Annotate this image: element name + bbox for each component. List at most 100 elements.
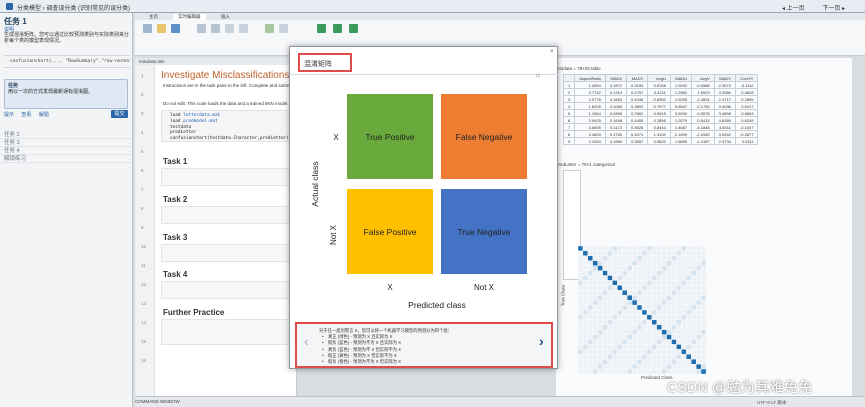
- table-cell: 2: [562, 88, 576, 96]
- heatmap-cell: [671, 270, 677, 276]
- heatmap-cell: [700, 304, 707, 311]
- heatmap-cell: [607, 246, 613, 252]
- chevron-right-icon[interactable]: ›: [539, 334, 544, 348]
- code-block[interactable]: load letterdata.mat load predmodel.mat t…: [161, 110, 295, 142]
- heatmap-cell: [602, 285, 608, 291]
- close-icon[interactable]: ×: [550, 49, 554, 55]
- hint-link[interactable]: 提示: [4, 112, 14, 118]
- page-nav: ◂ 上一页 下一页 ▸: [766, 3, 845, 12]
- format-icon[interactable]: [225, 24, 234, 33]
- heatmap-cell: [612, 260, 618, 266]
- task-code-area[interactable]: [161, 319, 295, 345]
- heatmap-cell: [612, 349, 618, 355]
- heatmap-cell: [636, 270, 643, 276]
- task-list-item[interactable]: 任务 4: [0, 147, 132, 155]
- heatmap-cell: [661, 304, 667, 311]
- file-tab[interactable]: misclass.mlx: [135, 58, 297, 65]
- confusion-matrix-diagram: True Positive False Negative False Posit…: [310, 94, 527, 310]
- insert-icon[interactable]: [279, 24, 288, 33]
- prev-page-button[interactable]: ◂ 上一页: [782, 6, 805, 12]
- heatmap-cell: [587, 295, 593, 301]
- code-icon[interactable]: [211, 24, 220, 33]
- heatmap-cell: [582, 290, 588, 296]
- heatmap-cell: [578, 290, 584, 296]
- heatmap-cell: [641, 349, 648, 355]
- column-header: MADV: [713, 74, 736, 82]
- heatmap-cell: [700, 349, 707, 355]
- heatmap-cell: [656, 324, 662, 330]
- heatmap-cell: [597, 324, 603, 330]
- heatmap-cell: [622, 250, 628, 256]
- heatmap-cell: [602, 260, 608, 266]
- heatmap-cell: [607, 329, 613, 335]
- heatmap-cell: [691, 246, 697, 252]
- heatmap-cell: [661, 260, 667, 266]
- task-heading: Task 3: [163, 233, 188, 242]
- heatmap-cell: [666, 280, 672, 286]
- table-cell: 1.6205: [574, 102, 606, 110]
- heatmap-cell: [651, 280, 657, 286]
- heatmap-cell: [671, 329, 677, 335]
- heatmap-cell: [582, 304, 588, 311]
- align-icon[interactable]: [239, 24, 248, 33]
- heatmap-cell: [691, 354, 697, 360]
- heatmap-cell: [597, 255, 603, 261]
- heatmap-cell: [661, 285, 667, 291]
- heatmap-cell: [582, 319, 588, 325]
- heatmap-cell: [661, 339, 667, 345]
- heatmap-cell: [617, 275, 623, 281]
- submit-button[interactable]: 提交: [111, 110, 128, 118]
- next-page-button[interactable]: 下一页 ▸: [822, 6, 845, 12]
- new-icon[interactable]: [143, 24, 152, 33]
- heatmap-cell: [597, 319, 603, 325]
- save-icon[interactable]: [171, 24, 180, 33]
- heatmap-cell: [700, 329, 707, 335]
- task-list-item[interactable]: 解锁练习: [0, 155, 132, 163]
- heatmap-cell: [681, 344, 687, 350]
- see-solution-link[interactable]: 查看: [21, 112, 31, 118]
- heatmap-cell: [632, 359, 638, 365]
- heatmap-cell: [661, 334, 667, 340]
- table-cell: -2.1752: [691, 102, 715, 110]
- heatmap-cell: [651, 275, 657, 281]
- task-code-area[interactable]: [161, 244, 295, 262]
- chevron-left-icon[interactable]: ‹: [304, 334, 309, 348]
- step-icon[interactable]: [349, 24, 358, 33]
- task-code-area[interactable]: [161, 168, 295, 186]
- heatmap-cell: [641, 280, 648, 286]
- line-number: 10: [141, 244, 147, 249]
- heatmap-cell: [627, 304, 633, 311]
- heatmap-cell: [691, 265, 697, 271]
- run-section-icon[interactable]: [333, 24, 342, 33]
- heatmap-cell: [632, 280, 638, 286]
- table-cell: -0.1007: [734, 123, 759, 131]
- reset-link[interactable]: 解题: [39, 112, 49, 118]
- task-code-area[interactable]: [161, 281, 295, 299]
- open-icon[interactable]: [157, 24, 166, 33]
- heatmap-cell: [700, 354, 707, 360]
- heatmap-cell: [612, 334, 618, 340]
- info-carousel: ‹ 对于任一类别而言 X，您可以将一个机器学习模型的预测分为四个组： 真正 (绿…: [295, 322, 553, 368]
- heatmap-cell: [656, 314, 662, 320]
- var-testdata-label: testdata = 78×25 table: [556, 66, 601, 71]
- heatmap-cell: [597, 270, 603, 276]
- command-window-tab[interactable]: COMMAND WINDOW: [135, 399, 180, 404]
- heatmap-cell: [651, 265, 657, 271]
- heatmap-cell: [671, 364, 677, 370]
- heatmap-cell: [632, 349, 638, 355]
- heatmap-cell: [617, 285, 623, 291]
- text-icon[interactable]: [197, 24, 206, 33]
- task-list-item[interactable]: 任务 3: [0, 139, 132, 147]
- true-positive-label: True Positive: [365, 132, 415, 142]
- heatmap-cell: [597, 364, 603, 370]
- heatmap-cell: [578, 309, 584, 316]
- heatmap-cell: [602, 339, 608, 345]
- section-icon[interactable]: [265, 24, 274, 33]
- task-list-item[interactable]: 任务 2: [0, 131, 132, 139]
- table-cell: 1.5929: [691, 88, 715, 96]
- table-cell: 1.2962: [669, 88, 693, 96]
- run-icon[interactable]: [317, 24, 326, 33]
- heatmap-cell: [691, 255, 697, 261]
- heatmap-cell: [641, 309, 648, 316]
- task-code-area[interactable]: [161, 206, 295, 224]
